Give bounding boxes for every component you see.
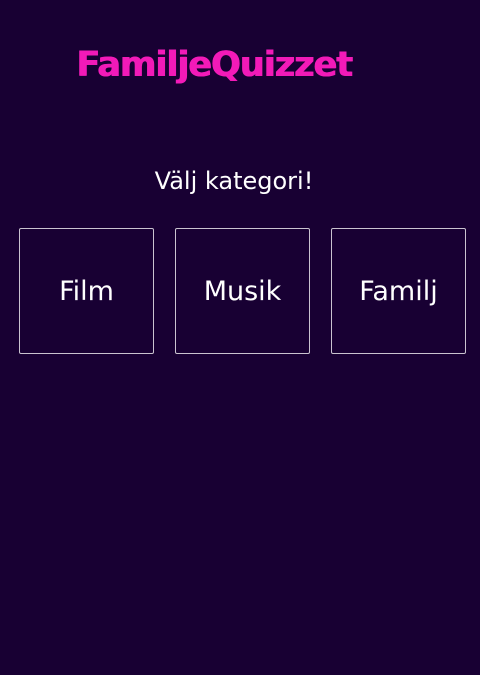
app-logo: FamiljeQuizzet: [76, 45, 353, 85]
category-list: Film Musik Familj: [19, 228, 466, 354]
category-prompt: Välj kategori!: [154, 167, 314, 195]
category-button-film[interactable]: Film: [19, 228, 154, 354]
category-button-label: Film: [59, 275, 114, 307]
category-button-musik[interactable]: Musik: [175, 228, 310, 354]
category-button-familj[interactable]: Familj: [331, 228, 466, 354]
category-button-label: Familj: [359, 275, 438, 307]
category-button-label: Musik: [203, 275, 282, 307]
